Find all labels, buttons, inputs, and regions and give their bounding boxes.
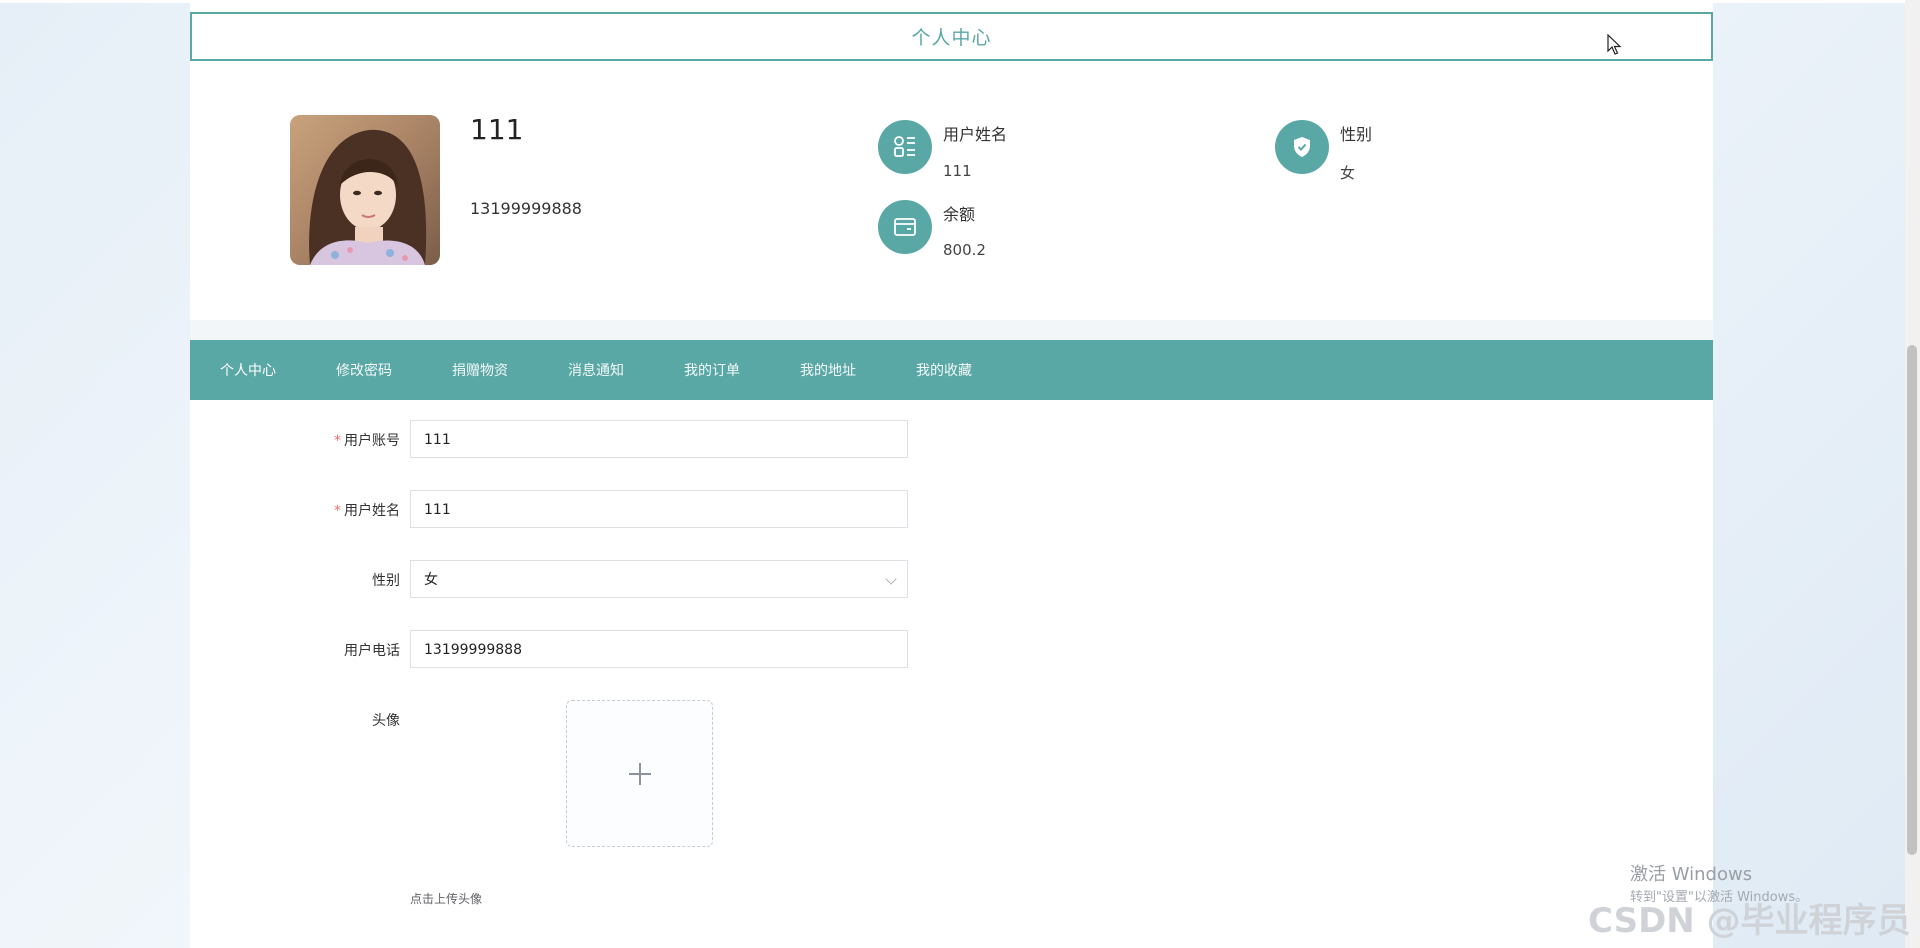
gender-select-value: 女 (424, 572, 438, 588)
avatar (290, 115, 440, 265)
phone-input[interactable]: 13199999888 (410, 630, 908, 668)
tab-my-address[interactable]: 我的地址 (800, 360, 856, 380)
gender-label: 性别 (372, 573, 400, 589)
tab-my-favorites[interactable]: 我的收藏 (916, 360, 972, 380)
chevron-down-icon (885, 573, 897, 585)
tab-notifications[interactable]: 消息通知 (568, 360, 624, 380)
account-input[interactable]: 111 (410, 420, 908, 458)
profile-phone: 13199999888 (470, 199, 582, 218)
wallet-icon (878, 200, 932, 254)
page-title-text: 个人中心 (911, 27, 992, 49)
info-label-balance: 余额 (943, 205, 976, 224)
avatar-upload-tip: 点击上传头像 (410, 892, 483, 906)
profile-username: 111 (470, 113, 524, 146)
tab-donate-supplies[interactable]: 捐赠物资 (452, 360, 508, 380)
name-input[interactable]: 111 (410, 490, 908, 528)
mouse-cursor-icon (1607, 34, 1622, 55)
phone-label: 用户电话 (344, 643, 400, 659)
scrollbar-thumb[interactable] (1907, 345, 1917, 855)
windows-activate-title: 激活 Windows (1630, 864, 1753, 885)
apps-icon (878, 120, 932, 174)
info-value-name: 111 (943, 162, 972, 180)
gender-select[interactable]: 女 (410, 560, 908, 598)
avatar-upload[interactable] (566, 700, 713, 847)
name-label: * 用户姓名 (334, 503, 400, 519)
page-title: 个人中心 (190, 12, 1713, 61)
info-label-gender: 性别 (1340, 125, 1373, 144)
tab-personal-center[interactable]: 个人中心 (220, 360, 276, 380)
profile-nav: 个人中心 修改密码 捐赠物资 消息通知 我的订单 我的地址 我的收藏 (190, 340, 1713, 400)
shield-check-icon (1275, 120, 1329, 174)
section-divider (190, 320, 1713, 340)
tab-change-password[interactable]: 修改密码 (336, 360, 392, 380)
tab-my-orders[interactable]: 我的订单 (684, 360, 740, 380)
info-label-name: 用户姓名 (943, 125, 1008, 144)
csdn-watermark: CSDN @毕业程序员 (1588, 901, 1911, 941)
avatar-image (290, 115, 440, 265)
info-value-gender: 女 (1340, 164, 1356, 182)
avatar-label: 头像 (372, 713, 400, 729)
info-value-balance: 800.2 (943, 241, 986, 259)
account-label: * 用户账号 (334, 433, 400, 449)
